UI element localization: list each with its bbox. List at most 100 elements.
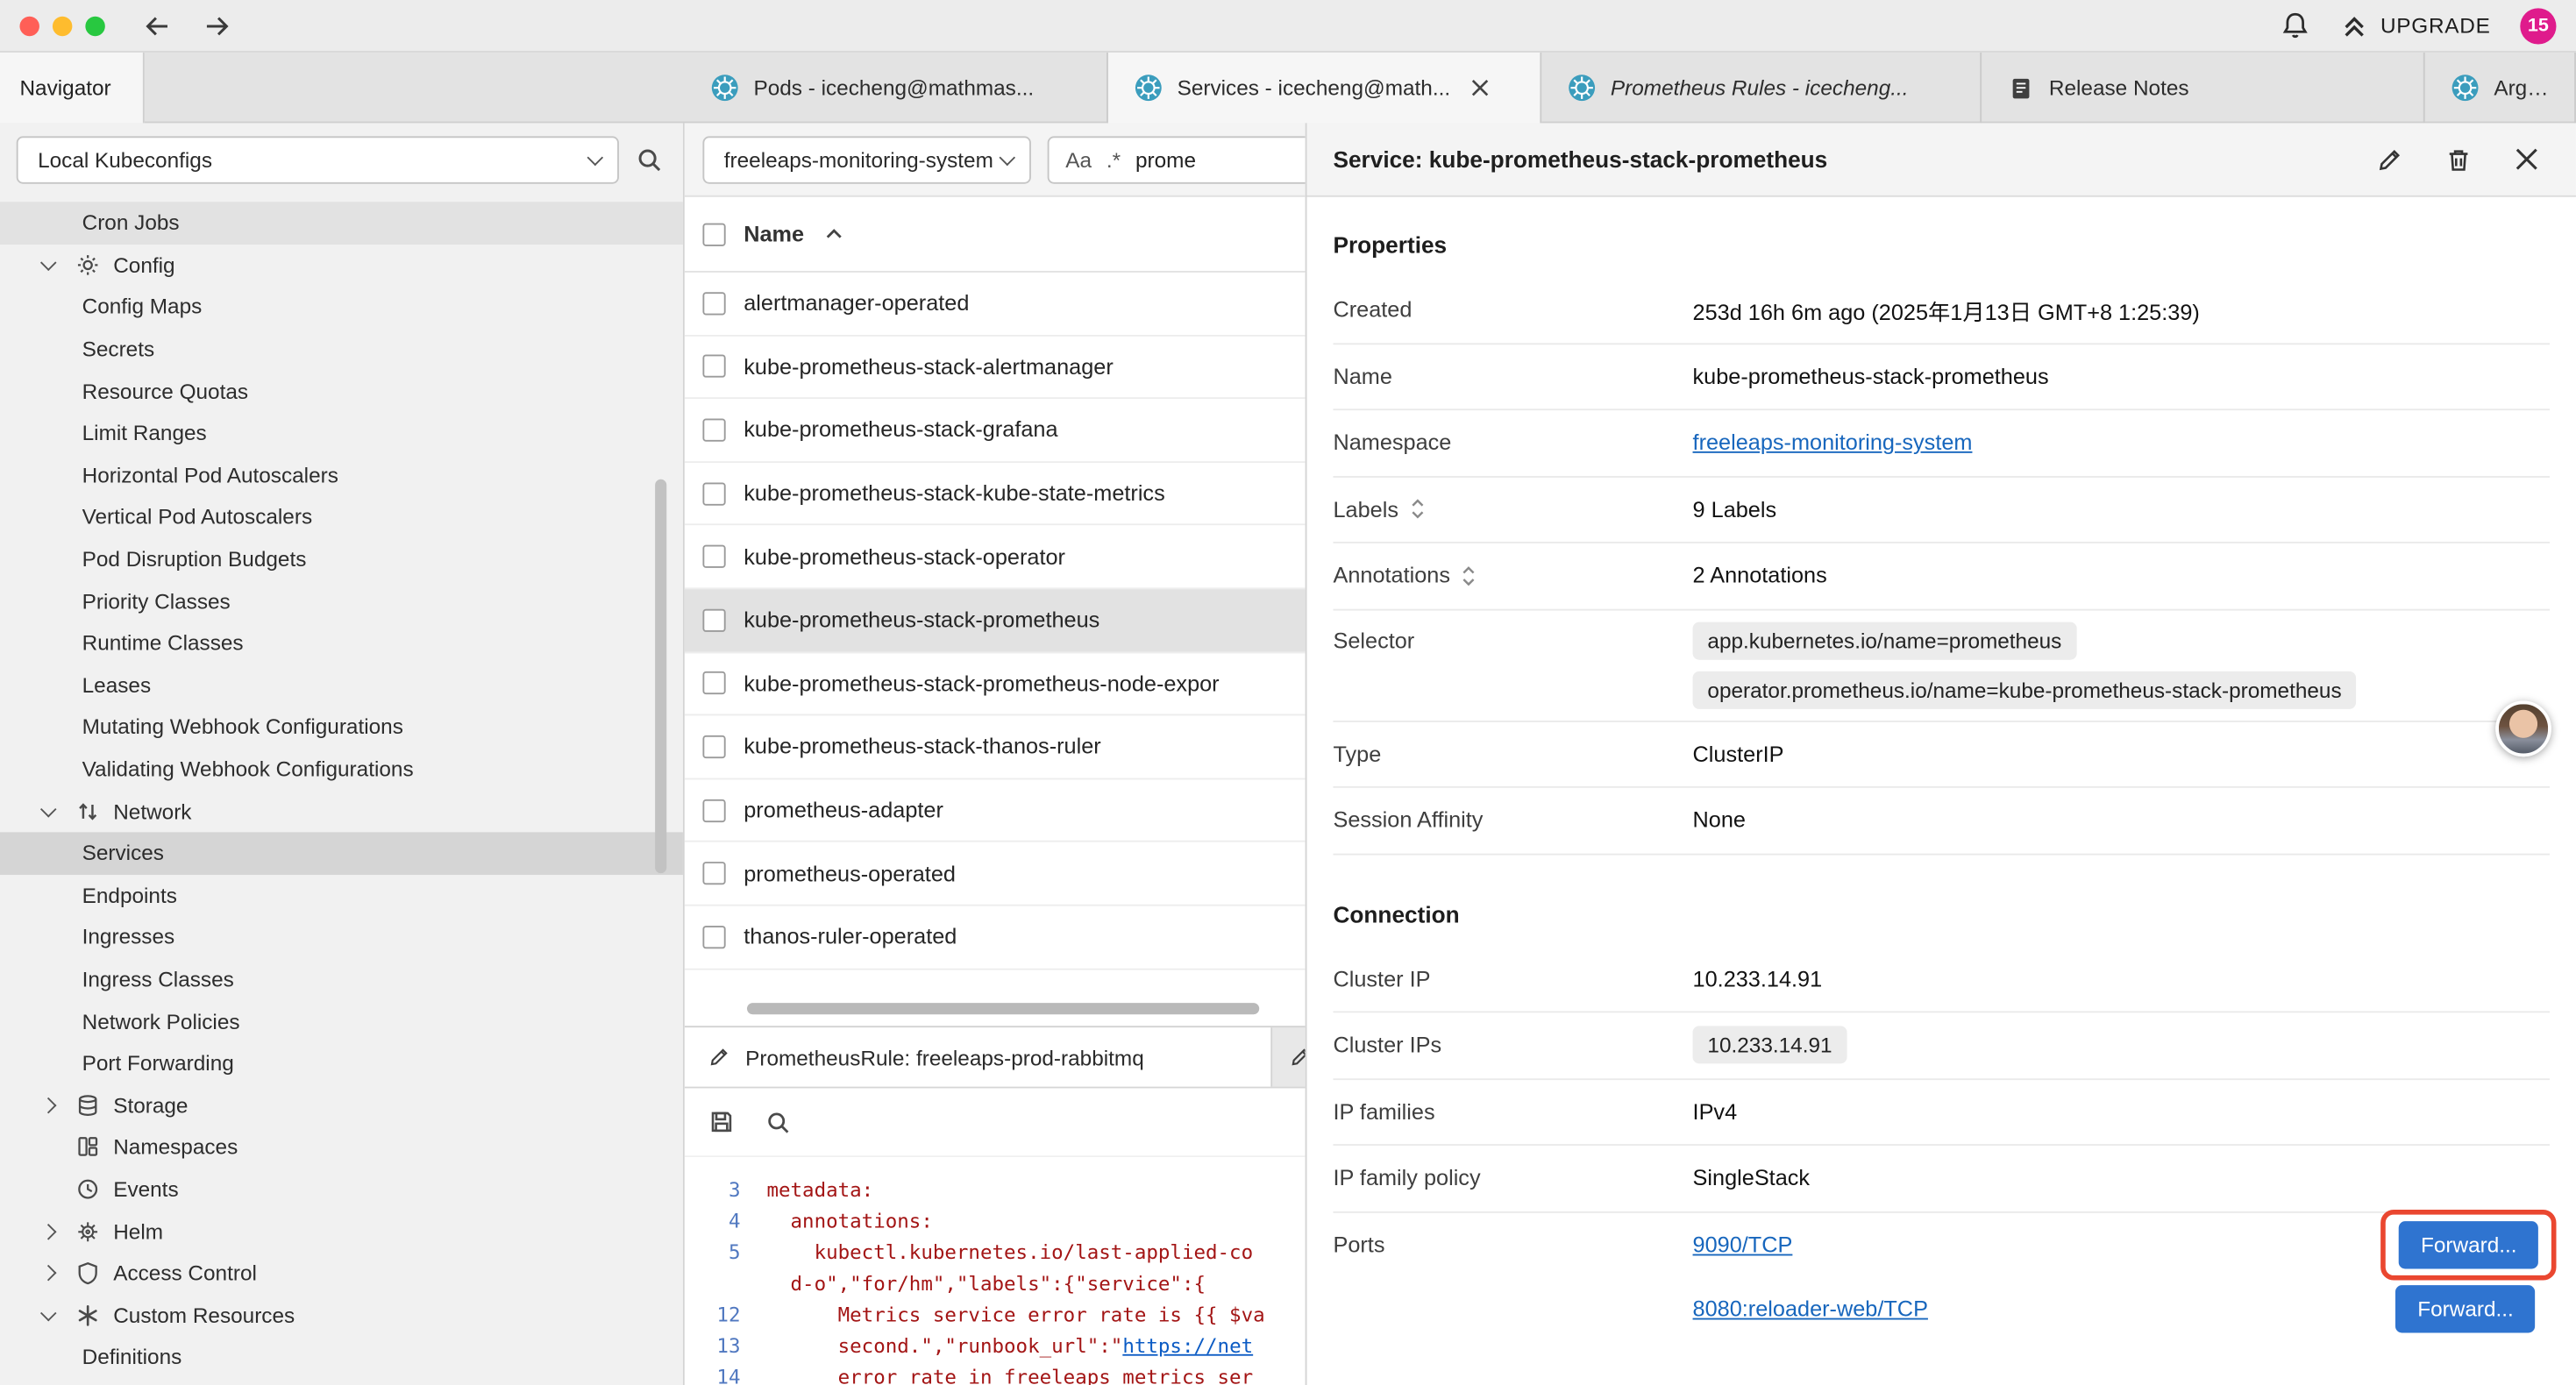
sidebar-item-priority-classes[interactable]: Priority Classes	[0, 580, 683, 622]
forward-icon[interactable]	[200, 12, 232, 39]
sidebar-item-namespaces[interactable]: Namespaces	[0, 1126, 683, 1168]
close-window-button[interactable]	[19, 16, 39, 35]
editor-line[interactable]: 12 Metrics service error rate is {{ $va	[685, 1298, 1306, 1330]
save-icon[interactable]	[708, 1108, 736, 1136]
sidebar-item-helm[interactable]: Helm	[0, 1211, 683, 1253]
chevron-right-icon[interactable]	[43, 1268, 61, 1279]
editor-line[interactable]: 13 second.","runbook_url":"https://net	[685, 1330, 1306, 1361]
sort-ascending-icon[interactable]	[825, 228, 842, 239]
table-row-selected[interactable]: kube-prometheus-stack-prometheus	[685, 589, 1306, 652]
close-panel-icon[interactable]	[2507, 139, 2546, 179]
tab-argo[interactable]: Argo S	[2425, 53, 2576, 124]
table-row[interactable]: prometheus-operated	[685, 842, 1306, 906]
notifications-bell-icon[interactable]	[2281, 11, 2310, 40]
table-row[interactable]: kube-prometheus-stack-prometheus-node-ex…	[685, 652, 1306, 715]
row-checkbox[interactable]	[702, 482, 725, 505]
sidebar-item-network[interactable]: Network	[0, 790, 683, 832]
sidebar-item-validating-webhook-configurations[interactable]: Validating Webhook Configurations	[0, 748, 683, 790]
row-checkbox[interactable]	[702, 735, 725, 758]
sidebar-item-storage[interactable]: Storage	[0, 1084, 683, 1126]
regex-toggle[interactable]: .*	[1107, 147, 1121, 172]
sidebar-item-ingresses[interactable]: Ingresses	[0, 916, 683, 958]
chevron-down-icon[interactable]	[43, 259, 61, 271]
trash-icon[interactable]	[2438, 139, 2478, 179]
row-checkbox[interactable]	[702, 608, 725, 631]
sidebar-item-services[interactable]: Services	[0, 832, 683, 874]
back-icon[interactable]	[141, 12, 174, 39]
editor-line[interactable]: 5 kubectl.kubernetes.io/last-applied-co	[685, 1236, 1306, 1268]
table-row[interactable]: alertmanager-operated	[685, 273, 1306, 336]
sidebar-item-mutating-webhook-configurations[interactable]: Mutating Webhook Configurations	[0, 706, 683, 748]
sidebar-item-ingress-classes[interactable]: Ingress Classes	[0, 958, 683, 1000]
editor-line[interactable]: 14 error rate in freeleaps metrics ser	[685, 1360, 1306, 1385]
expand-collapse-icon[interactable]	[1462, 566, 1477, 586]
sidebar-item-config-maps[interactable]: Config Maps	[0, 286, 683, 328]
tab-pods[interactable]: Pods - icecheng@mathmas...	[685, 53, 1108, 124]
dock-tab-prometheusrule[interactable]: PrometheusRule: freeleaps-prod-rabbitmq	[685, 1027, 1272, 1086]
user-avatar[interactable]	[2495, 701, 2551, 757]
table-row[interactable]: kube-prometheus-stack-alertmanager	[685, 336, 1306, 399]
sidebar-item-custom-resources[interactable]: Custom Resources	[0, 1294, 683, 1336]
row-checkbox[interactable]	[702, 292, 725, 315]
sidebar-item-limit-ranges[interactable]: Limit Ranges	[0, 412, 683, 454]
sidebar-item-port-forwarding[interactable]: Port Forwarding	[0, 1042, 683, 1084]
namespace-link[interactable]: freeleaps-monitoring-system	[1693, 430, 1973, 455]
chevron-down-icon[interactable]	[43, 806, 61, 817]
expand-collapse-icon[interactable]	[1410, 500, 1425, 519]
dock-tab-partial[interactable]	[1272, 1027, 1305, 1086]
yaml-editor[interactable]: 3metadata: 4 annotations: 5 kubectl.kube…	[685, 1157, 1306, 1385]
edit-pencil-icon[interactable]	[2369, 139, 2409, 179]
row-checkbox[interactable]	[702, 862, 725, 884]
row-checkbox[interactable]	[702, 355, 725, 378]
table-row[interactable]: thanos-ruler-operated	[685, 906, 1306, 970]
forward-button[interactable]: Forward...	[2396, 1284, 2535, 1332]
chevron-right-icon[interactable]	[43, 1099, 61, 1111]
kubeconfig-selector[interactable]: Local Kubeconfigs	[17, 136, 619, 183]
sidebar-item-config[interactable]: Config	[0, 244, 683, 286]
sidebar-item-secrets[interactable]: Secrets	[0, 328, 683, 370]
table-row[interactable]: kube-prometheus-stack-grafana	[685, 399, 1306, 462]
tab-services[interactable]: Services - icecheng@math...	[1108, 53, 1541, 124]
sidebar-item-cron-jobs[interactable]: Cron Jobs	[0, 202, 683, 244]
tab-release-notes[interactable]: Release Notes	[1982, 53, 2425, 124]
forward-button[interactable]: Forward...	[2400, 1220, 2538, 1268]
name-column-header[interactable]: Name	[744, 222, 804, 246]
port-link[interactable]: 8080:reloader-web/TCP	[1693, 1296, 1928, 1320]
chevron-down-icon[interactable]	[43, 1310, 61, 1321]
navigator-panel-tab[interactable]: Navigator	[0, 53, 145, 124]
sidebar-item-access-control[interactable]: Access Control	[0, 1252, 683, 1294]
close-tab-icon[interactable]	[1471, 79, 1490, 97]
row-checkbox[interactable]	[702, 545, 725, 568]
table-row[interactable]: kube-prometheus-stack-operator	[685, 526, 1306, 589]
sidebar-item-horizontal-pod-autoscalers[interactable]: Horizontal Pod Autoscalers	[0, 454, 683, 496]
sidebar-scrollbar[interactable]	[655, 479, 666, 873]
table-row[interactable]: prometheus-adapter	[685, 779, 1306, 842]
search-icon[interactable]	[765, 1109, 792, 1135]
tab-prometheus-rules[interactable]: Prometheus Rules - icecheng...	[1541, 53, 1982, 124]
select-all-checkbox[interactable]	[702, 223, 725, 245]
sidebar-item-leases[interactable]: Leases	[0, 664, 683, 706]
table-row[interactable]: kube-prometheus-stack-kube-state-metrics	[685, 463, 1306, 526]
horizontal-scrollbar[interactable]	[747, 1003, 1259, 1014]
row-checkbox[interactable]	[702, 799, 725, 821]
sidebar-item-pod-disruption-budgets[interactable]: Pod Disruption Budgets	[0, 538, 683, 580]
row-checkbox[interactable]	[702, 672, 725, 695]
search-field[interactable]: Aa .*	[1048, 135, 1306, 182]
namespace-selector[interactable]: freeleaps-monitoring-system	[702, 135, 1030, 182]
search-icon[interactable]	[636, 146, 664, 174]
port-link[interactable]: 9090/TCP	[1693, 1232, 1793, 1256]
match-case-toggle[interactable]: Aa	[1065, 147, 1092, 172]
row-checkbox[interactable]	[702, 926, 725, 948]
sidebar-item-runtime-classes[interactable]: Runtime Classes	[0, 622, 683, 664]
chevron-right-icon[interactable]	[43, 1225, 61, 1237]
editor-line[interactable]: 3metadata:	[685, 1174, 1306, 1205]
sidebar-item-events[interactable]: Events	[0, 1168, 683, 1211]
upgrade-button[interactable]: UPGRADE	[2339, 11, 2490, 40]
search-input[interactable]	[1135, 147, 1244, 172]
sidebar-item-endpoints[interactable]: Endpoints	[0, 874, 683, 916]
notification-count-badge[interactable]: 15	[2520, 7, 2556, 43]
minimize-window-button[interactable]	[53, 16, 72, 35]
maximize-window-button[interactable]	[85, 16, 104, 35]
row-checkbox[interactable]	[702, 418, 725, 441]
editor-line[interactable]: 4 annotations:	[685, 1204, 1306, 1236]
